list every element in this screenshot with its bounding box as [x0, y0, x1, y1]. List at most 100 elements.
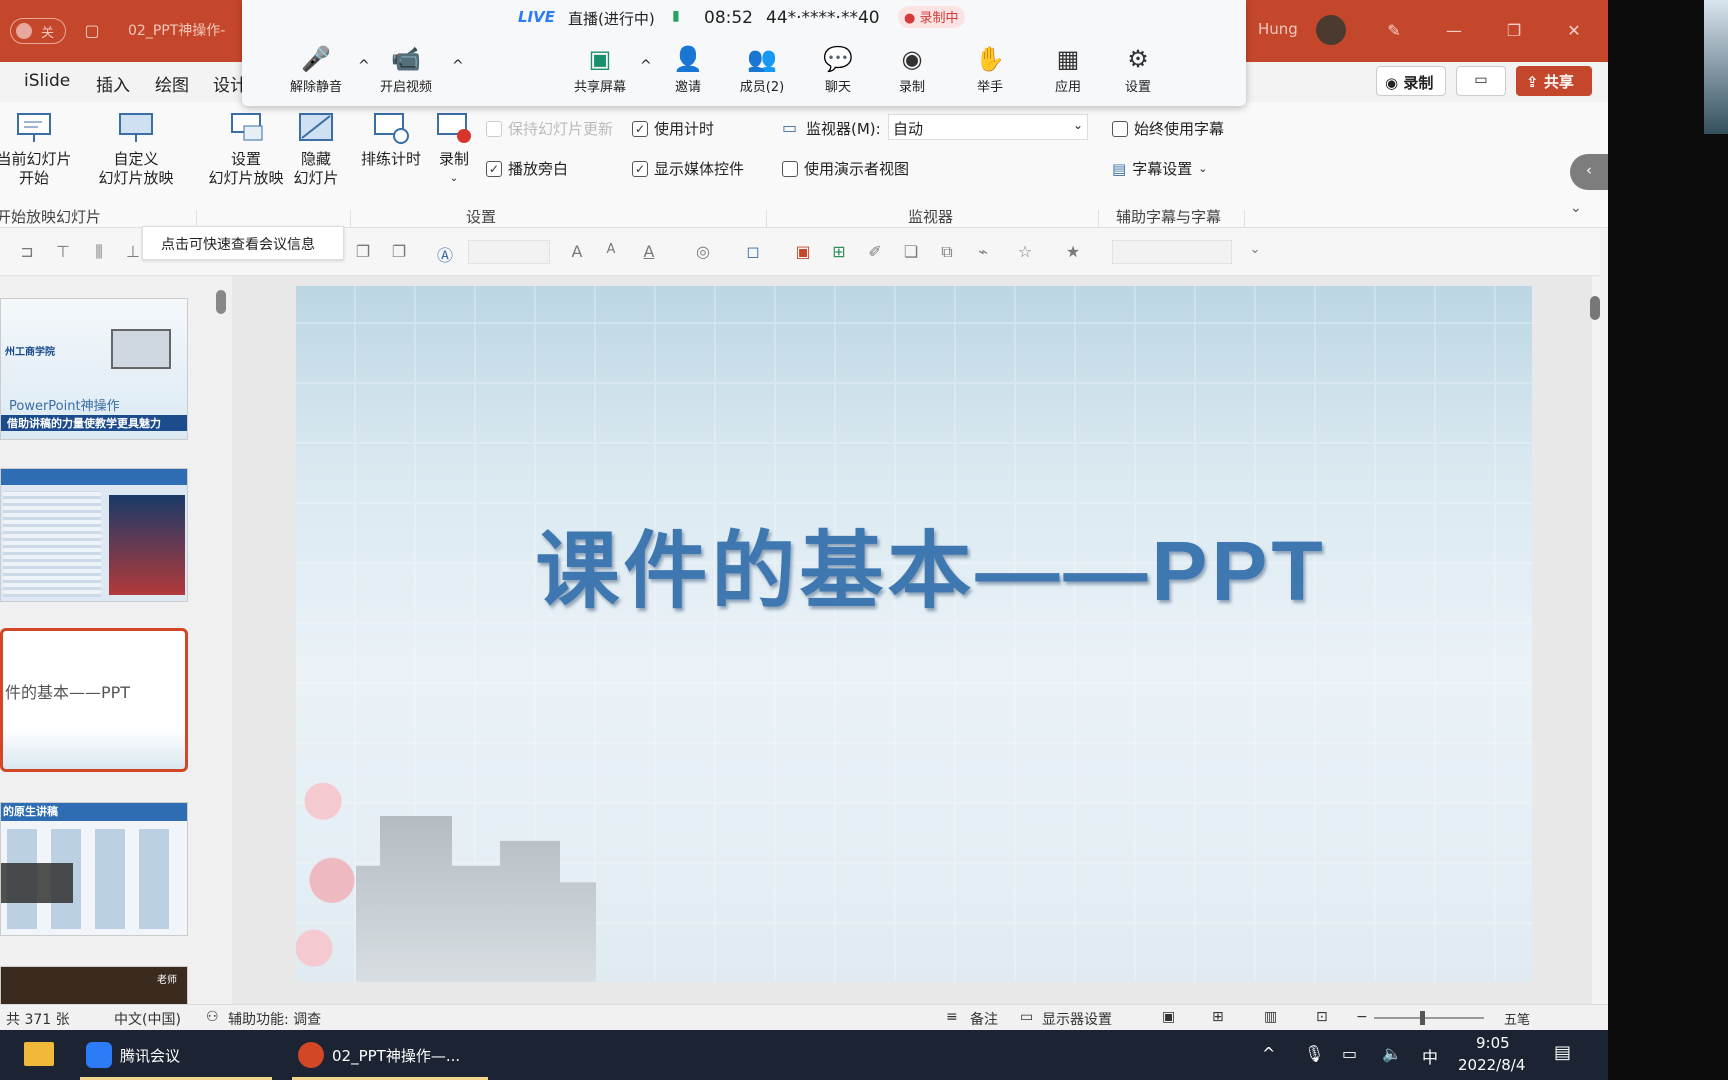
- avatar[interactable]: [1316, 15, 1346, 45]
- mic-options-chevron[interactable]: ^: [358, 58, 370, 74]
- share-button[interactable]: ⇪ 共享: [1516, 66, 1592, 96]
- zoom-slider[interactable]: [1374, 1011, 1484, 1025]
- apps-button[interactable]: ▦ 应用: [1046, 44, 1090, 95]
- image-icon[interactable]: ▣: [792, 242, 814, 262]
- vertical-scrollbar[interactable]: [1590, 296, 1600, 320]
- more-options-icon[interactable]: ⌄: [1244, 242, 1266, 262]
- brush-icon[interactable]: ⌁: [972, 242, 994, 262]
- autosave-toggle[interactable]: 关: [10, 18, 66, 44]
- shape-fill-icon[interactable]: ◎: [692, 242, 714, 262]
- taskbar-app-powerpoint[interactable]: 02_PPT神操作—...: [292, 1030, 488, 1080]
- save-icon[interactable]: ▢: [78, 16, 106, 44]
- custom-slideshow-button[interactable]: 自定义 幻灯片放映: [86, 110, 186, 188]
- menu-draw[interactable]: 绘图: [155, 71, 189, 96]
- hide-slide-button[interactable]: 隐藏 幻灯片: [288, 110, 344, 188]
- size-select[interactable]: [1112, 240, 1232, 264]
- meeting-record-button[interactable]: ◉ 录制: [890, 44, 934, 95]
- microphone-icon[interactable]: 🎙: [1304, 1044, 1324, 1063]
- live-status[interactable]: 直播(进行中): [568, 8, 655, 29]
- volume-icon[interactable]: 🔈: [1382, 1044, 1402, 1063]
- accessibility-status[interactable]: 辅助功能: 调查: [228, 1009, 321, 1029]
- slide-thumbnail-1[interactable]: 州工商学院 PowerPoint神操作 借助讲稿的力量使教学更具魅力: [0, 298, 188, 440]
- slide-thumbnail-2[interactable]: [0, 468, 188, 602]
- minimize-icon[interactable]: —: [1440, 16, 1468, 44]
- menu-insert[interactable]: 插入: [96, 71, 130, 96]
- zoom-thumb[interactable]: [1420, 1011, 1425, 1025]
- thumb-scrollbar[interactable]: [216, 290, 226, 314]
- rehearse-timings-button[interactable]: 排练计时: [356, 110, 426, 169]
- battery-icon[interactable]: ▭: [1342, 1044, 1357, 1063]
- font-select[interactable]: [468, 240, 550, 264]
- group-icon[interactable]: ⧉: [936, 242, 958, 262]
- subtitle-settings-button[interactable]: ▤ 字幕设置 ⌄: [1112, 158, 1207, 179]
- show-hidden-icons[interactable]: ^: [1262, 1044, 1275, 1063]
- font-color-icon[interactable]: A: [638, 242, 660, 262]
- shape-outline-icon[interactable]: ◻: [742, 242, 764, 262]
- raise-hand-button[interactable]: ✋ 举手: [968, 44, 1012, 95]
- textbox-icon[interactable]: Ⓐ: [434, 242, 456, 265]
- share-options-chevron[interactable]: ^: [640, 58, 652, 74]
- file-explorer-icon[interactable]: [24, 1042, 54, 1066]
- slide-thumbnail-3[interactable]: 件的基本——PPT: [0, 628, 188, 772]
- align-right-icon[interactable]: ⊐: [16, 242, 38, 262]
- record-button[interactable]: ◉ 录制: [1376, 66, 1446, 96]
- format-painter-icon[interactable]: ✐: [864, 242, 886, 262]
- monitor-select[interactable]: 自动 ⌄: [888, 114, 1088, 140]
- star-icon[interactable]: ★: [1062, 242, 1084, 262]
- pen-icon[interactable]: ✎: [1380, 16, 1408, 44]
- reading-view-icon[interactable]: ▥: [1264, 1009, 1277, 1025]
- start-video-button[interactable]: 📹 开启视频: [378, 44, 434, 95]
- clock-time[interactable]: 9:05: [1476, 1034, 1510, 1052]
- collapse-pane-button[interactable]: ‹: [1570, 154, 1608, 190]
- bring-forward-icon[interactable]: ❐: [352, 242, 374, 262]
- play-narrations-checkbox[interactable]: ✓ 播放旁白: [486, 158, 568, 179]
- zoom-out-icon[interactable]: −: [1356, 1009, 1368, 1025]
- close-icon[interactable]: ✕: [1560, 16, 1588, 44]
- normal-view-icon[interactable]: ▣: [1162, 1009, 1175, 1025]
- chat-button[interactable]: 💬 聊天: [816, 44, 860, 95]
- invite-button[interactable]: 👤 邀请: [666, 44, 710, 95]
- font-grow-icon[interactable]: A: [566, 242, 588, 262]
- always-subtitles-checkbox[interactable]: 始终使用字幕: [1112, 118, 1224, 139]
- menu-islide[interactable]: iSlide: [24, 71, 70, 91]
- use-timings-checkbox[interactable]: ✓ 使用计时: [632, 118, 714, 139]
- from-current-slide-button[interactable]: 当前幻灯片 开始: [0, 110, 74, 188]
- clock-date[interactable]: 2022/8/4: [1458, 1056, 1525, 1074]
- display-settings-button[interactable]: 显示器设置: [1042, 1009, 1112, 1029]
- ime-wubi[interactable]: 五笔: [1504, 1009, 1530, 1028]
- font-shrink-icon[interactable]: A: [600, 242, 622, 262]
- distribute-icon[interactable]: ⊞: [828, 242, 850, 262]
- setup-show-icon: [231, 113, 263, 141]
- align-top-icon[interactable]: ⊤: [52, 242, 74, 262]
- effects-icon[interactable]: ☆: [1014, 242, 1036, 262]
- video-options-chevron[interactable]: ^: [452, 58, 464, 74]
- collapse-ribbon-icon[interactable]: ⌄: [1570, 200, 1582, 216]
- meeting-id[interactable]: 44*·****·**40: [766, 8, 880, 28]
- slide-canvas[interactable]: 课件的基本——PPT: [296, 286, 1532, 982]
- align-middle-icon[interactable]: ⫼: [88, 242, 110, 262]
- slideshow-view-icon[interactable]: ⊡: [1316, 1009, 1328, 1025]
- chevron-down-icon[interactable]: ⌄: [428, 169, 480, 188]
- settings-button[interactable]: ⚙ 设置: [1116, 44, 1160, 95]
- ime-indicator[interactable]: 中: [1422, 1044, 1438, 1068]
- record-slideshow-button[interactable]: 录制 ⌄: [428, 110, 480, 188]
- restore-icon[interactable]: ❐: [1500, 16, 1528, 44]
- send-backward-icon[interactable]: ❐: [388, 242, 410, 262]
- slide-sorter-icon[interactable]: ⊞: [1212, 1009, 1224, 1025]
- presenter-view-checkbox[interactable]: 使用演示者视图: [782, 158, 909, 179]
- share-screen-button[interactable]: ▣ 共享屏幕: [572, 44, 628, 95]
- slide-title[interactable]: 课件的基本——PPT: [506, 504, 1356, 625]
- comment-button[interactable]: ▭: [1456, 66, 1506, 96]
- setup-slideshow-button[interactable]: 设置 幻灯片放映: [204, 110, 288, 188]
- align-bottom-icon[interactable]: ⊥: [122, 242, 144, 262]
- slide-thumbnail-4[interactable]: 的原生讲稿: [0, 802, 188, 936]
- notes-button[interactable]: 备注: [970, 1009, 998, 1029]
- language[interactable]: 中文(中国): [114, 1009, 181, 1029]
- slide-thumbnail-5[interactable]: 老师: [0, 966, 188, 1006]
- notification-icon[interactable]: ▤: [1554, 1042, 1571, 1063]
- taskbar-app-meeting[interactable]: 腾讯会议: [80, 1030, 272, 1080]
- members-button[interactable]: 👥 成员(2): [732, 44, 792, 95]
- copy-icon[interactable]: ❏: [900, 242, 922, 262]
- show-media-controls-checkbox[interactable]: ✓ 显示媒体控件: [632, 158, 744, 179]
- unmute-button[interactable]: 🎤 解除静音: [288, 44, 344, 95]
